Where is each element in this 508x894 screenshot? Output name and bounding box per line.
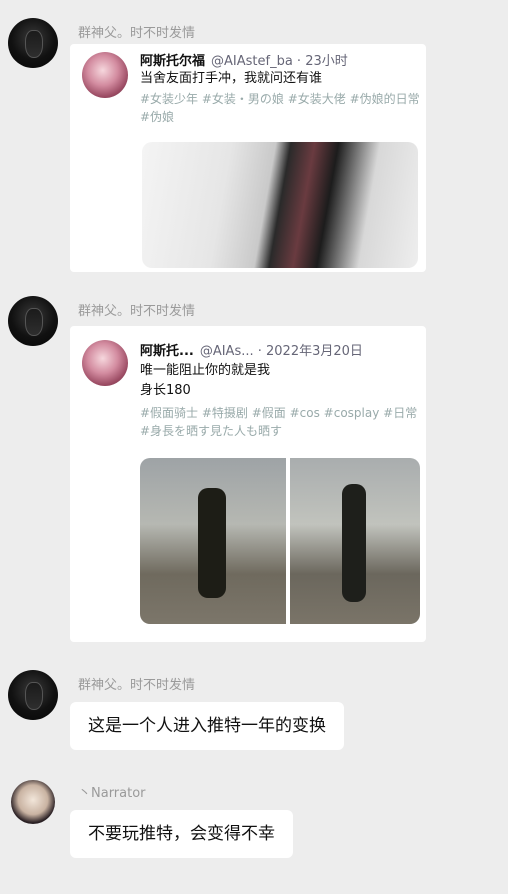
tweet-media-image-left[interactable]: [140, 458, 286, 624]
tweet-author-name: 阿斯托尔福: [140, 54, 206, 69]
sender-name: 群神父。时不时发情: [78, 304, 196, 319]
sender-avatar[interactable]: [11, 780, 55, 824]
tweet-author-name: 阿斯托...: [140, 344, 194, 359]
tweet-header: 阿斯托尔福 @AIAstef_ba · 23小时: [140, 50, 348, 69]
tweet-header: 阿斯托... @AIAs... · 2022年3月20日: [140, 340, 363, 359]
sender-name: 群神父。时不时发情: [78, 26, 196, 41]
tweet-media-image-right[interactable]: [290, 458, 420, 624]
tweet-text-line2: 身长180: [140, 383, 191, 398]
tweet-media-image[interactable]: [142, 142, 418, 268]
tweet-text-line1: 唯一能阻止你的就是我: [140, 363, 271, 378]
tweet-hashtags[interactable]: #女装少年 #女装・男の娘 #女装大佬 #伪娘的日常 #伪娘: [140, 90, 420, 126]
tweet-meta: @AIAstef_ba · 23小时: [211, 54, 348, 69]
sender-name: 丶Narrator: [78, 786, 146, 801]
message-bubble[interactable]: 这是一个人进入推特一年的变换: [70, 702, 344, 750]
tweet-hashtags[interactable]: #假面骑士 #特摄剧 #假面 #cos #cosplay #日常 #身長を晒す見…: [140, 404, 420, 440]
sender-name: 群神父。时不时发情: [78, 678, 196, 693]
message-bubble[interactable]: 不要玩推特，会变得不幸: [70, 810, 293, 858]
tweet-text: 当舍友面打手冲，我就问还有谁: [140, 71, 323, 86]
tweet-meta: @AIAs... · 2022年3月20日: [199, 344, 363, 359]
tweet-avatar[interactable]: [82, 52, 128, 98]
sender-avatar[interactable]: [8, 296, 58, 346]
sender-avatar[interactable]: [8, 670, 58, 720]
tweet-avatar[interactable]: [82, 340, 128, 386]
tweet-card[interactable]: 阿斯托尔福 @AIAstef_ba · 23小时 当舍友面打手冲，我就问还有谁 #…: [70, 44, 426, 272]
sender-avatar[interactable]: [8, 18, 58, 68]
tweet-card[interactable]: 阿斯托... @AIAs... · 2022年3月20日 唯一能阻止你的就是我 身…: [70, 326, 426, 642]
